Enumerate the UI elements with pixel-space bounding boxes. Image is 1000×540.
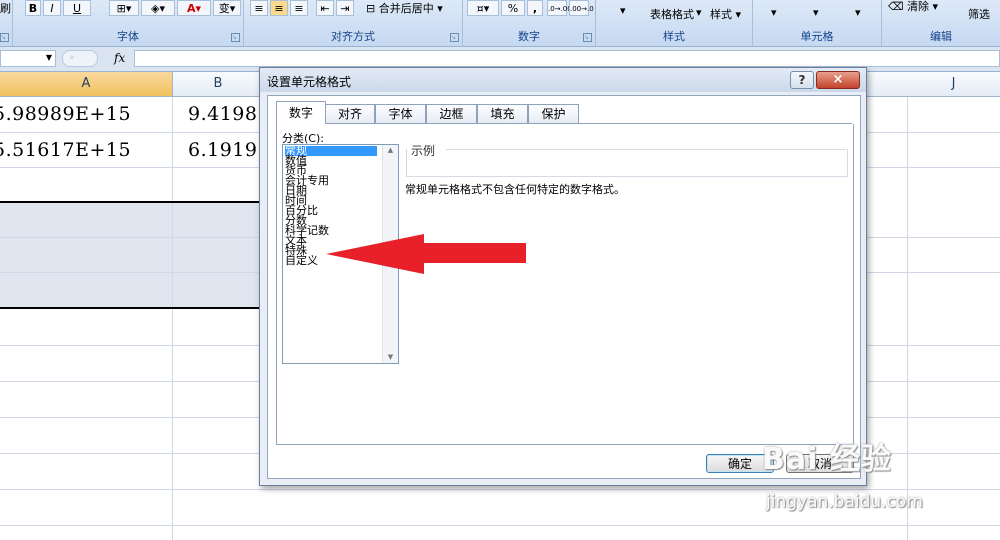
scroll-up-icon[interactable]: ▲ [383, 146, 398, 154]
comma-button[interactable]: , [527, 0, 543, 16]
format-description: 常规单元格格式不包含任何特定的数字格式。 [405, 183, 625, 196]
thick-border-bottom [0, 307, 263, 309]
border-button[interactable]: ⊞▾ [109, 0, 139, 16]
filter-button[interactable]: 筛选 [968, 6, 990, 22]
paint-bucket-icon: ◈ [151, 2, 160, 15]
formula-cancel-button[interactable]: ◦ [62, 50, 98, 67]
font-color-button[interactable]: A▾ [177, 0, 211, 16]
editing-group: ⌫ 清除 ▾ 筛选 编辑 [882, 0, 1000, 46]
font-group-label: 字体 [117, 30, 139, 43]
align-center-button[interactable]: ≡ [270, 0, 288, 16]
name-box[interactable]: ▼ [0, 50, 56, 67]
merge-icon: ⊟ [366, 2, 376, 15]
alignment-group-label: 对齐方式 [331, 30, 375, 43]
cell-b2[interactable]: 6.1919 [188, 139, 257, 161]
editing-group-label: 编辑 [930, 30, 952, 43]
dialog-launcher-icon[interactable]: ↘ [0, 33, 9, 42]
number-launcher-icon[interactable]: ↘ [583, 33, 592, 42]
italic-button[interactable]: I [43, 0, 61, 16]
cell-a2[interactable]: 5.51617E+15 [0, 139, 131, 161]
tab-number[interactable]: 数字 [276, 101, 326, 124]
styles-group: ▾ 表格格式 ▾ 样式 ▾ 样式 [596, 0, 753, 46]
phonetic-button[interactable]: 变▾ [213, 0, 241, 16]
dialog-title: 设置单元格格式 [267, 75, 352, 89]
column-header-j[interactable]: J [907, 72, 1000, 96]
chevron-down-icon[interactable]: ▼ [46, 53, 52, 62]
thick-border-top [0, 201, 263, 203]
tab-border[interactable]: 边框 [426, 104, 477, 123]
sample-label: 示例 [411, 144, 436, 158]
ribbon: 刷 ↘ B I U ⊞▾ ◈▾ A▾ 变▾ 字体 ↘ ≡ ≡ ≡ ⇤ ⇥ ⊟ 合… [0, 0, 1000, 47]
dialog-titlebar[interactable]: 设置单元格格式 ? × [260, 68, 866, 92]
table-format-button[interactable]: 表格格式 [650, 6, 694, 22]
cell-a1[interactable]: 5.98989E+15 [0, 103, 131, 125]
tab-alignment[interactable]: 对齐 [325, 104, 375, 123]
number-group-label: 数字 [518, 30, 540, 43]
format-cells-dialog: 设置单元格格式 ? × 数字 对齐 字体 边框 填充 保护 分类(C): 常规 … [259, 67, 867, 486]
watermark: Bai 经验 jingyan.baidu.com [762, 434, 998, 524]
cells-group-label: 单元格 [800, 30, 834, 43]
cells-group: ▾ ▾ ▾ 单元格 [753, 0, 882, 46]
decrease-indent-button[interactable]: ⇤ [316, 0, 334, 16]
eraser-icon: ⌫ [888, 0, 904, 13]
list-item[interactable]: 自定义 [285, 255, 318, 266]
scroll-down-icon[interactable]: ▼ [383, 353, 398, 361]
currency-icon: ¤ [476, 2, 484, 15]
tab-protection[interactable]: 保护 [528, 104, 579, 123]
delete-dropdown[interactable]: ▾ [813, 6, 819, 19]
clipboard-group: ↘ [0, 0, 13, 46]
increase-decimal-button[interactable]: .0→.00 [547, 0, 572, 16]
font-group: B I U ⊞▾ ◈▾ A▾ 变▾ 字体 ↘ [13, 0, 244, 46]
tab-fill[interactable]: 填充 [477, 104, 528, 123]
column-header-b[interactable]: B [173, 72, 264, 96]
decrease-decimal-button[interactable]: .00→.0 [569, 0, 594, 16]
align-right-button[interactable]: ≡ [290, 0, 308, 16]
alignment-group: ≡ ≡ ≡ ⇤ ⇥ ⊟ 合并后居中 ▾ 对齐方式 ↘ [244, 0, 463, 46]
watermark-logo: Bai 经验 [762, 442, 892, 477]
underline-button[interactable]: U [63, 0, 91, 16]
percent-button[interactable]: % [501, 0, 525, 16]
column-header-a[interactable]: A [0, 72, 173, 96]
font-launcher-icon[interactable]: ↘ [231, 33, 240, 42]
accounting-format-button[interactable]: ¤▾ [467, 0, 499, 16]
format-dropdown[interactable]: ▾ [855, 6, 861, 19]
close-button[interactable]: × [816, 71, 860, 89]
function-icon[interactable]: fx [114, 51, 125, 65]
number-group: ¤▾ % , .0→.00 .00→.0 数字 ↘ [463, 0, 596, 46]
watermark-url: jingyan.baidu.com [766, 492, 923, 512]
help-button[interactable]: ? [790, 71, 814, 89]
increase-indent-button[interactable]: ⇥ [336, 0, 354, 16]
red-arrow-icon [326, 234, 526, 274]
cell-style-button[interactable]: 样式 ▾ [710, 6, 741, 22]
clear-button[interactable]: ⌫ 清除 ▾ [888, 0, 938, 14]
merge-center-button[interactable]: ⊟ 合并后居中 ▾ [366, 0, 443, 16]
alignment-launcher-icon[interactable]: ↘ [450, 33, 459, 42]
tab-font[interactable]: 字体 [375, 104, 426, 123]
styles-group-label: 样式 [663, 30, 685, 43]
selected-range[interactable] [0, 201, 260, 307]
dialog-body: 数字 对齐 字体 边框 填充 保护 分类(C): 常规 数值 货币 会计专用 日… [267, 95, 861, 479]
cell-b1[interactable]: 9.4198 [188, 103, 257, 125]
conditional-format-dropdown[interactable]: ▾ [620, 4, 626, 17]
sample-box [406, 149, 848, 177]
table-format-dropdown[interactable]: ▾ [696, 6, 702, 19]
fill-color-button[interactable]: ◈▾ [141, 0, 175, 16]
insert-dropdown[interactable]: ▾ [771, 6, 777, 19]
formula-input[interactable] [134, 50, 1000, 67]
align-left-button[interactable]: ≡ [250, 0, 268, 16]
bold-button[interactable]: B [25, 0, 41, 16]
